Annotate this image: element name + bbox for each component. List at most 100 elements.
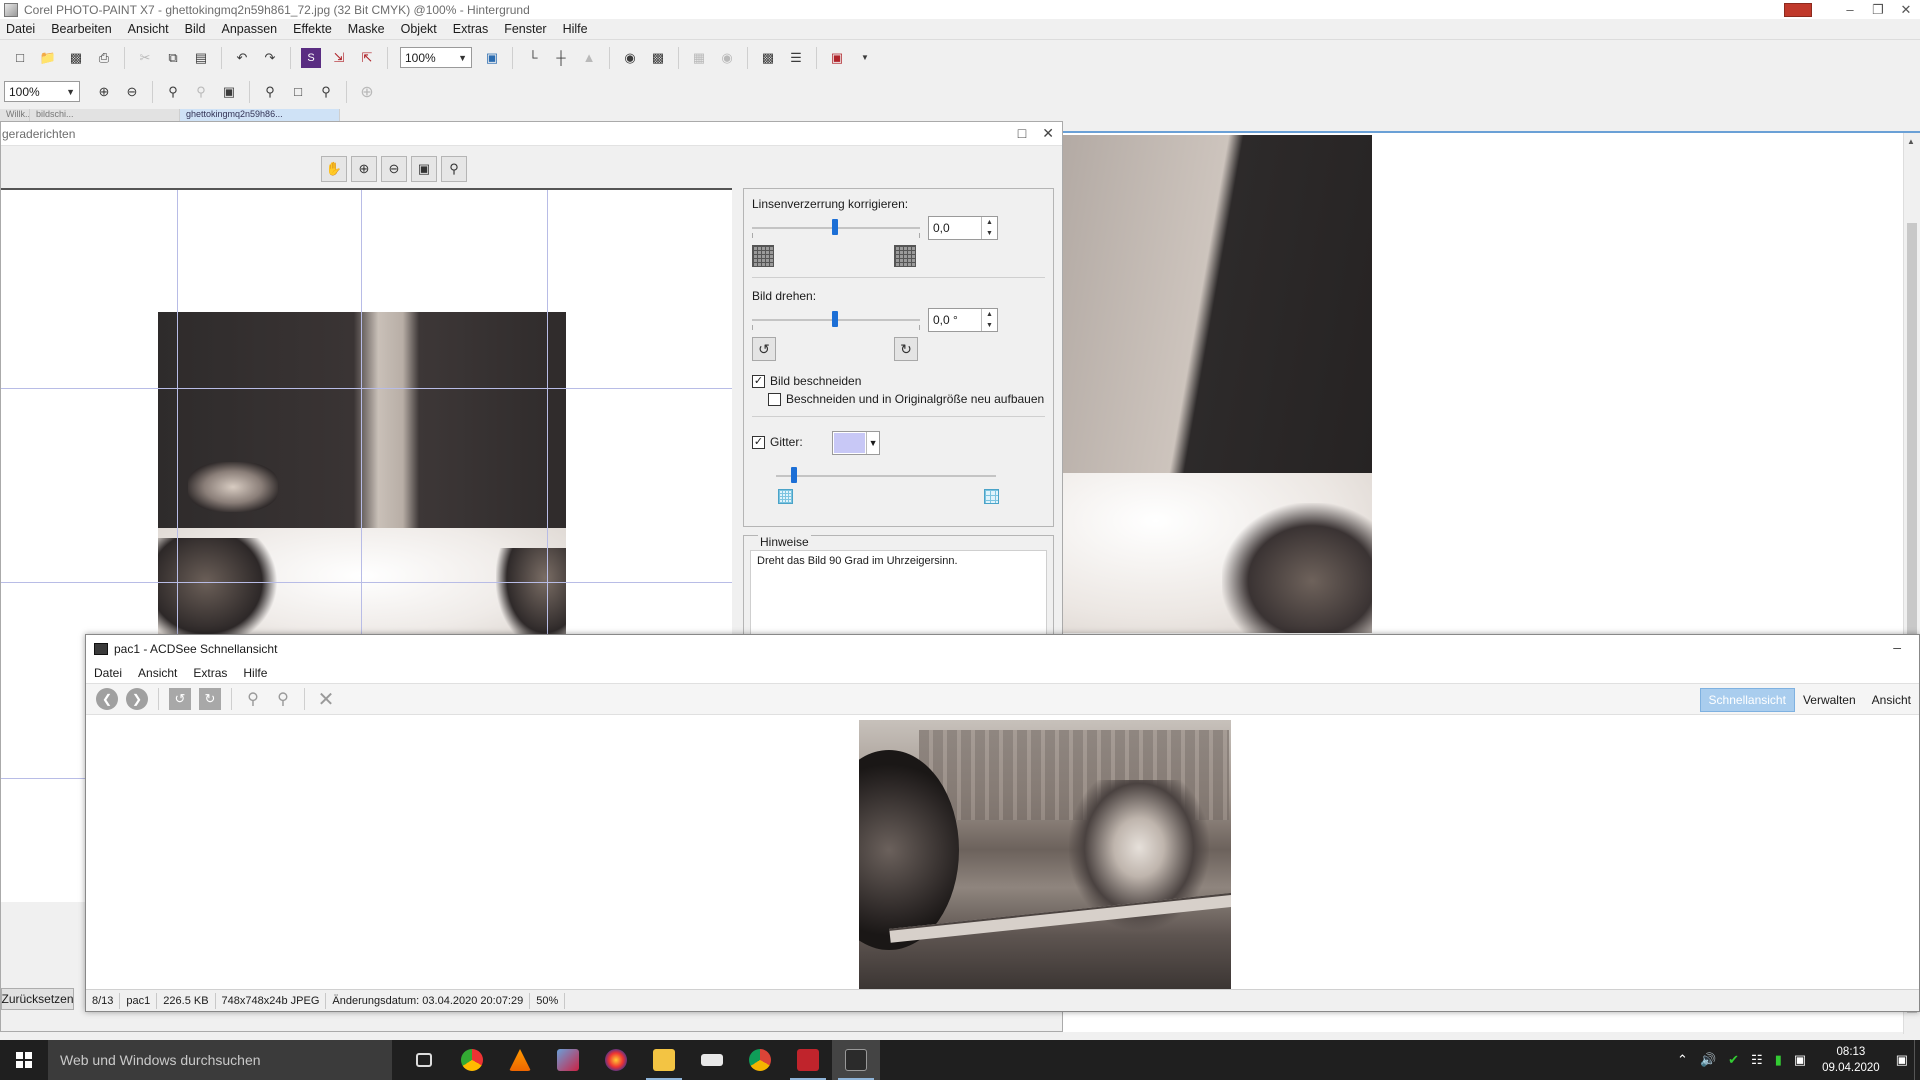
zoom-in-icon[interactable]: ⊕: [351, 156, 377, 182]
taskbar-app-chrome[interactable]: [736, 1040, 784, 1080]
acdsee-image-view[interactable]: [86, 717, 1919, 990]
zoom-100-icon[interactable]: ⚲: [441, 156, 467, 182]
taskbar-app-corel-photopaint[interactable]: [784, 1040, 832, 1080]
mask-mode-icon[interactable]: ▦: [689, 48, 709, 68]
display-icon[interactable]: ▣: [1794, 1052, 1806, 1068]
doc-tab-active[interactable]: ghettokingmq2n59h86...: [180, 109, 340, 121]
view-zoom-combo[interactable]: 100% ▼: [4, 81, 80, 102]
grid-size-slider-track[interactable]: [776, 475, 996, 477]
rotate-clockwise-icon[interactable]: ↻: [894, 337, 918, 361]
acdsee-menu-hilfe[interactable]: Hilfe: [243, 666, 267, 680]
user-icon[interactable]: [1784, 2, 1812, 17]
options-icon[interactable]: ☰: [786, 48, 806, 68]
new-file-icon[interactable]: □: [10, 48, 30, 68]
rulers-icon[interactable]: └: [523, 48, 543, 68]
start-button[interactable]: [0, 1040, 48, 1080]
network-icon[interactable]: ☷: [1751, 1052, 1763, 1068]
show-object-marquee-icon[interactable]: ◉: [620, 48, 640, 68]
add-icon[interactable]: ⊕: [357, 82, 377, 102]
acdsee-menu-datei[interactable]: Datei: [94, 666, 122, 680]
zoom-out-icon[interactable]: ⚲: [272, 688, 294, 710]
grid-color-picker[interactable]: ▼: [832, 431, 880, 455]
spin-down-icon[interactable]: ▼: [986, 322, 993, 329]
delete-icon[interactable]: ✕: [315, 688, 337, 711]
menu-extras[interactable]: Extras: [453, 22, 488, 36]
task-view-button[interactable]: [400, 1040, 448, 1080]
menu-datei[interactable]: Datei: [6, 22, 35, 36]
toolbar-overflow-chevron-icon[interactable]: ▼: [855, 48, 875, 68]
close-icon[interactable]: ✕: [1892, 2, 1920, 18]
menu-bearbeiten[interactable]: Bearbeiten: [51, 22, 111, 36]
spin-arrows[interactable]: ▲ ▼: [981, 217, 997, 239]
spin-up-icon[interactable]: ▲: [986, 219, 993, 226]
speaker-icon[interactable]: 🔊: [1700, 1052, 1716, 1068]
taskbar-app-corel[interactable]: [592, 1040, 640, 1080]
zoom-to-height-icon[interactable]: ⚲: [316, 82, 336, 102]
mode-tab-manage[interactable]: Verwalten: [1795, 688, 1864, 712]
lock-mask-icon[interactable]: ◉: [717, 48, 737, 68]
close-icon[interactable]: ✕: [1042, 125, 1054, 142]
zoom-in-icon[interactable]: ⊕: [94, 82, 114, 102]
maximize-icon[interactable]: □: [1018, 125, 1026, 142]
redo-icon[interactable]: ↷: [260, 48, 280, 68]
taskbar-app-browser[interactable]: [448, 1040, 496, 1080]
doc-tab[interactable]: Willk...: [0, 109, 30, 121]
snap-icon[interactable]: ▲: [579, 48, 599, 68]
menu-hilfe[interactable]: Hilfe: [563, 22, 588, 36]
zoom-to-mask-icon[interactable]: ⚲: [191, 82, 211, 102]
menu-ansicht[interactable]: Ansicht: [128, 22, 169, 36]
import-icon[interactable]: ⇲: [329, 48, 349, 68]
rotate-angle-input[interactable]: 0,0 ° ▲ ▼: [928, 308, 998, 332]
paste-icon[interactable]: ▤: [191, 48, 211, 68]
show-mask-icon[interactable]: ▩: [648, 48, 668, 68]
rotate-counterclockwise-icon[interactable]: ↺: [752, 337, 776, 361]
next-icon[interactable]: ❯: [126, 688, 148, 710]
export-icon[interactable]: ⇱: [357, 48, 377, 68]
checkbox-checked[interactable]: ✓: [752, 435, 765, 449]
lens-distortion-input[interactable]: 0,0 ▲ ▼: [928, 216, 998, 240]
zoom-in-icon[interactable]: ⚲: [242, 688, 264, 710]
rotate-left-icon[interactable]: ↺: [169, 688, 191, 710]
reset-button[interactable]: Zurücksetzen: [1, 988, 74, 1010]
acdsee-menu-ansicht[interactable]: Ansicht: [138, 666, 177, 680]
spin-arrows[interactable]: ▲ ▼: [981, 309, 997, 331]
taskbar-app-utility[interactable]: [688, 1040, 736, 1080]
save-icon[interactable]: ▩: [66, 48, 86, 68]
notification-icon[interactable]: ▣: [1896, 1052, 1908, 1068]
menu-bild[interactable]: Bild: [185, 22, 206, 36]
cut-icon[interactable]: ✂: [135, 48, 155, 68]
zoom-level-combo[interactable]: 100% ▼: [400, 47, 472, 68]
minimize-icon[interactable]: –: [1836, 2, 1864, 17]
zoom-out-icon[interactable]: ⊖: [122, 82, 142, 102]
corel-connect-icon[interactable]: S: [301, 47, 321, 68]
checkbox-unchecked[interactable]: [768, 392, 781, 406]
spin-down-icon[interactable]: ▼: [986, 230, 993, 237]
menu-anpassen[interactable]: Anpassen: [222, 22, 278, 36]
print-icon[interactable]: ⎙: [94, 48, 114, 68]
taskbar-app-acdsee[interactable]: [832, 1040, 880, 1080]
application-launcher-icon[interactable]: ▩: [758, 48, 778, 68]
zoom-to-width-icon[interactable]: □: [288, 82, 308, 102]
zoom-to-fit-icon[interactable]: ▣: [219, 82, 239, 102]
rotate-right-icon[interactable]: ↻: [199, 688, 221, 710]
menu-effekte[interactable]: Effekte: [293, 22, 332, 36]
mode-tab-quickview[interactable]: Schnellansicht: [1699, 688, 1795, 712]
full-screen-preview-icon[interactable]: ▣: [482, 48, 502, 68]
welcome-screen-icon[interactable]: ▣: [827, 48, 847, 68]
taskbar-app-image-editor[interactable]: [544, 1040, 592, 1080]
scroll-up-icon[interactable]: ▲: [1907, 137, 1915, 146]
checkbox-checked[interactable]: ✓: [752, 374, 765, 388]
fit-to-window-icon[interactable]: ▣: [411, 156, 437, 182]
grid-checkbox[interactable]: ✓ Gitter:: [752, 435, 803, 449]
acdsee-menu-extras[interactable]: Extras: [193, 666, 227, 680]
minimize-icon[interactable]: –: [1893, 639, 1901, 655]
restore-icon[interactable]: ❐: [1864, 2, 1892, 18]
previous-icon[interactable]: ❮: [96, 688, 118, 710]
menu-maske[interactable]: Maske: [348, 22, 385, 36]
undo-icon[interactable]: ↶: [232, 48, 252, 68]
show-desktop-button[interactable]: [1914, 1040, 1920, 1080]
chevron-up-icon[interactable]: ⌃: [1677, 1052, 1688, 1068]
zoom-out-icon[interactable]: ⊖: [381, 156, 407, 182]
taskbar-app-vlc[interactable]: [496, 1040, 544, 1080]
hand-pan-icon[interactable]: ✋: [321, 156, 347, 182]
